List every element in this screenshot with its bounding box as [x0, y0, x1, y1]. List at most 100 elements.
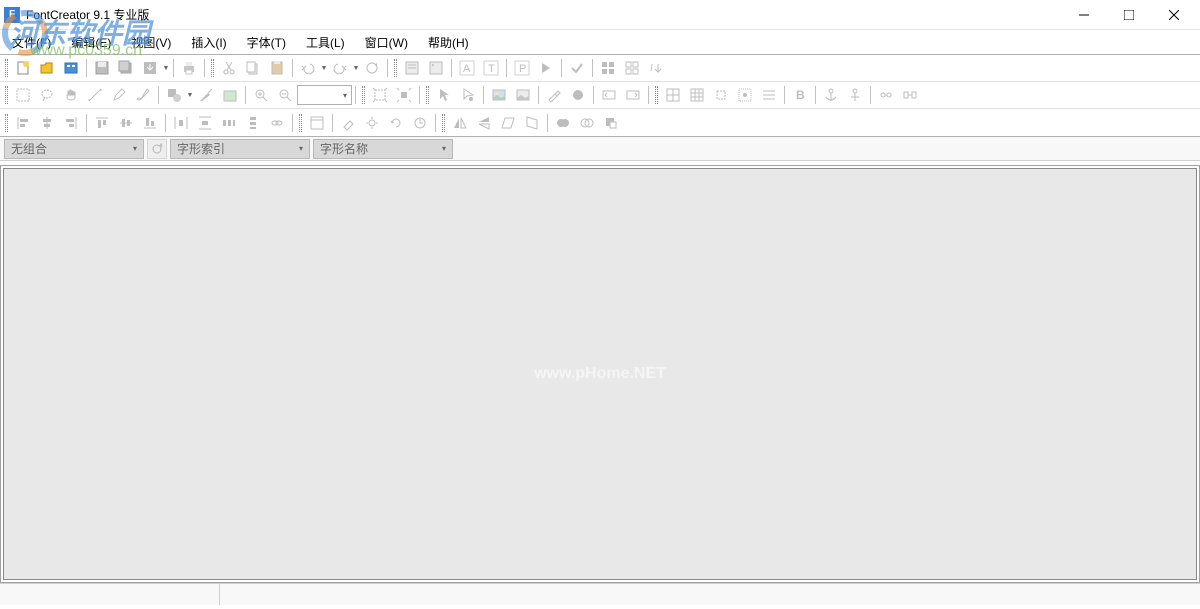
- window-button[interactable]: [306, 112, 328, 134]
- pen-button[interactable]: [108, 84, 130, 106]
- toolbar-grip[interactable]: [5, 59, 8, 77]
- align-top-button[interactable]: [91, 112, 113, 134]
- maximize-button[interactable]: [1106, 0, 1151, 29]
- toolbar-grip[interactable]: [442, 114, 445, 132]
- align-right-button[interactable]: [60, 112, 82, 134]
- font-a-button[interactable]: A: [456, 57, 478, 79]
- pointer-button[interactable]: [433, 84, 455, 106]
- metrics-button[interactable]: [758, 84, 780, 106]
- bold-button[interactable]: B: [789, 84, 811, 106]
- distribute-space-v-button[interactable]: [242, 112, 264, 134]
- refresh-button[interactable]: [385, 112, 407, 134]
- glyph-name-combo[interactable]: 字形名称▾: [313, 139, 453, 159]
- menu-file[interactable]: 文件(F): [2, 31, 61, 54]
- prev-button[interactable]: [598, 84, 620, 106]
- union-button[interactable]: [552, 112, 574, 134]
- image-button[interactable]: [488, 84, 510, 106]
- toolbar-grip[interactable]: [299, 114, 302, 132]
- undo-dropdown[interactable]: ▼: [320, 57, 328, 79]
- intersect-button[interactable]: [576, 112, 598, 134]
- menu-window[interactable]: 窗口(W): [355, 31, 418, 54]
- paste-button[interactable]: [266, 57, 288, 79]
- toolbar-grip[interactable]: [362, 86, 365, 104]
- select-rect-button[interactable]: [12, 84, 34, 106]
- check-button[interactable]: [566, 57, 588, 79]
- snap-button[interactable]: [734, 84, 756, 106]
- zoom-out-button[interactable]: [274, 84, 296, 106]
- skew-h-button[interactable]: [497, 112, 519, 134]
- knife-button[interactable]: [195, 84, 217, 106]
- zoom-combo[interactable]: ▾: [297, 85, 352, 105]
- hand-button[interactable]: [60, 84, 82, 106]
- redo-button[interactable]: [329, 57, 351, 79]
- light-button[interactable]: [361, 112, 383, 134]
- cut-button[interactable]: [218, 57, 240, 79]
- anchor2-button[interactable]: [844, 84, 866, 106]
- circle-button[interactable]: [567, 84, 589, 106]
- measure-button[interactable]: [84, 84, 106, 106]
- group-combo[interactable]: 无组合▾: [4, 139, 144, 159]
- distribute-v-button[interactable]: [194, 112, 216, 134]
- fit-all-button[interactable]: [369, 84, 391, 106]
- circle-arrow-button[interactable]: [409, 112, 431, 134]
- new-button[interactable]: [12, 57, 34, 79]
- otf2-button[interactable]: [899, 84, 921, 106]
- export-button[interactable]: [139, 57, 161, 79]
- distribute-h-button[interactable]: [170, 112, 192, 134]
- flip-v-button[interactable]: [473, 112, 495, 134]
- guides-button[interactable]: [710, 84, 732, 106]
- toolbar-grip[interactable]: [426, 86, 429, 104]
- anchor-button[interactable]: [820, 84, 842, 106]
- undo-button[interactable]: [297, 57, 319, 79]
- flip-h-button[interactable]: [449, 112, 471, 134]
- toolbar-grip[interactable]: [655, 86, 658, 104]
- info-button[interactable]: [425, 57, 447, 79]
- menu-insert[interactable]: 插入(I): [181, 31, 236, 54]
- install-button[interactable]: I: [645, 57, 667, 79]
- skew-v-button[interactable]: [521, 112, 543, 134]
- brush-button[interactable]: [132, 84, 154, 106]
- repeat-button[interactable]: [361, 57, 383, 79]
- toolbar-grip[interactable]: [394, 59, 397, 77]
- grid-tool-button[interactable]: [597, 57, 619, 79]
- open-button[interactable]: [36, 57, 58, 79]
- glyph-index-combo[interactable]: 字形索引▾: [170, 139, 310, 159]
- grid-outline-button[interactable]: [621, 57, 643, 79]
- eraser-button[interactable]: [337, 112, 359, 134]
- save-button[interactable]: [91, 57, 113, 79]
- toolbar-grip[interactable]: [211, 59, 214, 77]
- play-button[interactable]: [535, 57, 557, 79]
- next-button[interactable]: [622, 84, 644, 106]
- export-dropdown[interactable]: ▼: [162, 57, 170, 79]
- align-left-button[interactable]: [12, 112, 34, 134]
- menu-font[interactable]: 字体(T): [237, 31, 296, 54]
- close-button[interactable]: [1151, 0, 1196, 29]
- grid9-button[interactable]: [686, 84, 708, 106]
- link-button[interactable]: [266, 112, 288, 134]
- toolbar-grip[interactable]: [5, 114, 8, 132]
- eyedropper-button[interactable]: [543, 84, 565, 106]
- lasso-button[interactable]: [36, 84, 58, 106]
- distribute-space-h-button[interactable]: [218, 112, 240, 134]
- redo-dropdown[interactable]: ▼: [352, 57, 360, 79]
- menu-view[interactable]: 视图(V): [121, 31, 181, 54]
- shape-button[interactable]: [163, 84, 185, 106]
- menu-edit[interactable]: 编辑(E): [61, 31, 121, 54]
- menu-help[interactable]: 帮助(H): [418, 31, 479, 54]
- image2-button[interactable]: [512, 84, 534, 106]
- align-center-v-button[interactable]: [115, 112, 137, 134]
- menu-tools[interactable]: 工具(L): [296, 31, 355, 54]
- toolbar-grip[interactable]: [5, 86, 8, 104]
- font-t-button[interactable]: T: [480, 57, 502, 79]
- shape-dropdown[interactable]: ▼: [186, 84, 194, 106]
- project-button[interactable]: [60, 57, 82, 79]
- grid4-button[interactable]: [662, 84, 684, 106]
- otf-button[interactable]: [875, 84, 897, 106]
- save-all-button[interactable]: [115, 57, 137, 79]
- align-bottom-button[interactable]: [139, 112, 161, 134]
- copy-button[interactable]: [242, 57, 264, 79]
- zoom-in-button[interactable]: [250, 84, 272, 106]
- edit-points-button[interactable]: [457, 84, 479, 106]
- properties-button[interactable]: [401, 57, 423, 79]
- color-fill-button[interactable]: [219, 84, 241, 106]
